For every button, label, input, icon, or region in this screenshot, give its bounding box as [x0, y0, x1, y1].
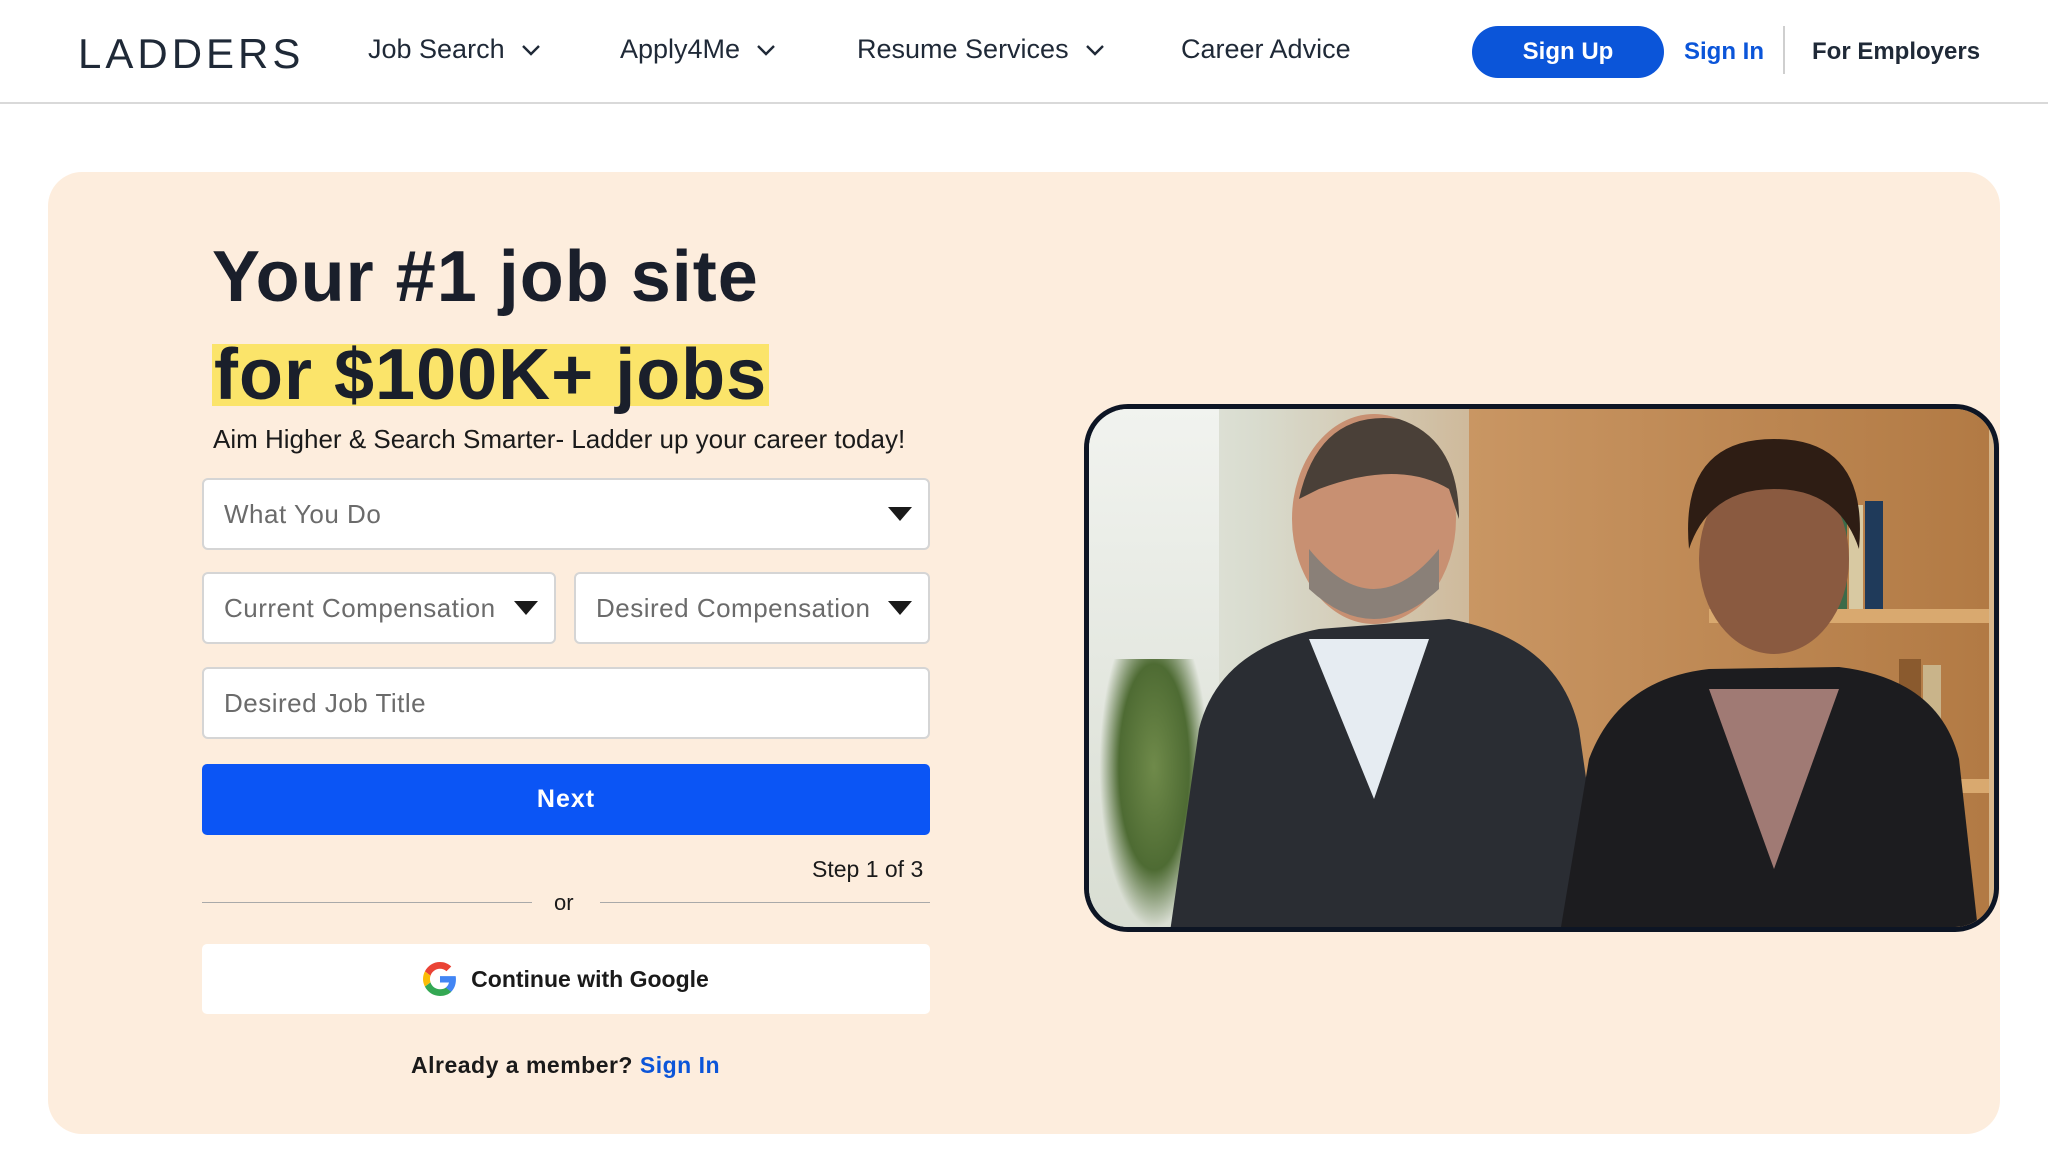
- for-employers-link[interactable]: For Employers: [1812, 38, 1980, 66]
- hero-subtitle: Aim Higher & Search Smarter- Ladder up y…: [213, 424, 906, 454]
- desired-compensation-label: Desired Compensation: [596, 592, 871, 623]
- hero-headline-line1: Your #1 job site: [212, 237, 759, 317]
- nav-apply4me[interactable]: Apply4Me: [620, 34, 778, 65]
- caret-down-icon: [888, 507, 912, 521]
- member-sign-in-link[interactable]: Sign In: [640, 1052, 720, 1078]
- header-sign-in-link[interactable]: Sign In: [1684, 38, 1764, 66]
- next-button[interactable]: Next: [202, 764, 930, 835]
- chevron-down-icon: [1085, 44, 1104, 56]
- what-you-do-label: What You Do: [224, 498, 382, 529]
- google-button-label: Continue with Google: [471, 965, 709, 992]
- header-divider: [1783, 26, 1785, 74]
- hero-headline-line2: for $100K+ jobs: [212, 334, 770, 416]
- step-indicator: Step 1 of 3: [812, 856, 924, 882]
- member-prompt: Already a member?: [411, 1052, 633, 1078]
- woman-figure: [1561, 439, 1978, 927]
- site-header: LADDERS Job Search Apply4Me Resume Servi…: [0, 0, 2048, 104]
- caret-down-icon: [514, 601, 538, 615]
- continue-with-google-button[interactable]: Continue with Google: [202, 944, 930, 1014]
- or-divider-left: [202, 902, 532, 903]
- current-compensation-select[interactable]: Current Compensation: [202, 572, 556, 644]
- nav-job-search-label: Job Search: [368, 34, 505, 64]
- hero-photo: [1084, 404, 1999, 932]
- nav-resume-services-label: Resume Services: [857, 34, 1069, 64]
- desired-job-title-input[interactable]: Desired Job Title: [202, 667, 930, 739]
- or-divider-text: or: [554, 890, 574, 915]
- ladders-logo[interactable]: LADDERS: [78, 30, 304, 78]
- already-member-row: Already a member? Sign In: [411, 1052, 720, 1079]
- nav-career-advice[interactable]: Career Advice: [1181, 34, 1351, 65]
- current-compensation-label: Current Compensation: [224, 592, 496, 623]
- nav-career-advice-label: Career Advice: [1181, 34, 1351, 64]
- chevron-down-icon: [757, 44, 775, 56]
- desired-compensation-select[interactable]: Desired Compensation: [574, 572, 930, 644]
- what-you-do-select[interactable]: What You Do: [202, 478, 930, 550]
- chevron-down-icon: [521, 44, 540, 56]
- desired-job-title-placeholder: Desired Job Title: [224, 687, 427, 718]
- nav-job-search[interactable]: Job Search: [368, 34, 543, 65]
- google-icon: [423, 962, 457, 996]
- nav-apply4me-label: Apply4Me: [620, 34, 741, 64]
- or-divider-right: [600, 902, 930, 903]
- sign-up-button[interactable]: Sign Up: [1472, 26, 1664, 78]
- nav-resume-services[interactable]: Resume Services: [857, 34, 1107, 65]
- caret-down-icon: [888, 601, 912, 615]
